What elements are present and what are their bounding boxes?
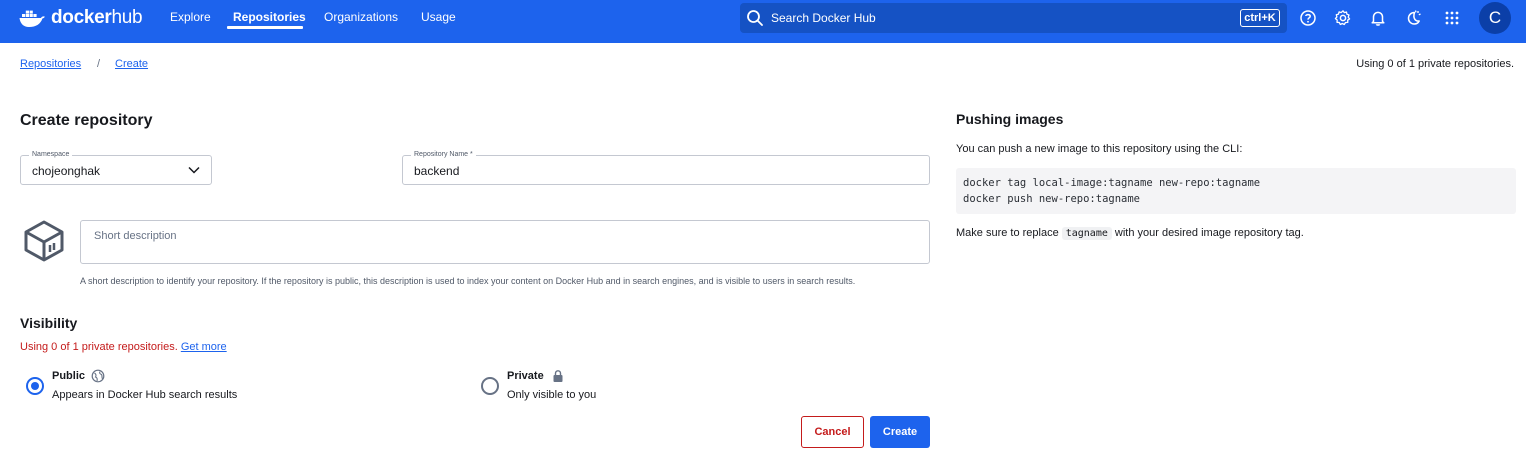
- search-bar[interactable]: Search Docker Hub ctrl+K: [740, 3, 1287, 33]
- user-avatar[interactable]: C: [1479, 2, 1511, 34]
- visibility-title: Visibility: [20, 315, 78, 331]
- description-help-text: A short description to identify your rep…: [80, 276, 856, 286]
- repository-name-label: Repository Name *: [411, 150, 476, 160]
- active-tab-indicator: [227, 26, 303, 29]
- search-shortcut-badge: ctrl+K: [1240, 9, 1280, 27]
- repository-name-input[interactable]: Repository Name * backend: [402, 150, 930, 185]
- lock-icon: [553, 370, 563, 382]
- tagname-code: tagname: [1061, 227, 1112, 240]
- tag-note: Make sure to replace tagname with your des…: [956, 227, 1304, 240]
- get-more-link[interactable]: Get more: [181, 341, 227, 353]
- bell-icon[interactable]: [1369, 9, 1387, 27]
- search-placeholder: Search Docker Hub: [771, 11, 876, 25]
- namespace-label: Namespace: [29, 150, 73, 160]
- code-line: docker tag local-image:tagname new-repo:…: [963, 177, 1261, 189]
- repository-name-value: backend: [414, 164, 460, 178]
- cancel-button[interactable]: Cancel: [801, 416, 864, 448]
- visibility-warning: Using 0 of 1 private repositories. Get m…: [20, 341, 227, 353]
- nav-explore[interactable]: Explore: [170, 10, 211, 30]
- theme-icon[interactable]: [1404, 9, 1422, 27]
- gear-icon[interactable]: [1334, 9, 1352, 27]
- create-button[interactable]: Create: [870, 416, 930, 448]
- short-description-placeholder: Short description: [94, 230, 177, 242]
- logo-text: dockerhub: [51, 7, 143, 28]
- namespace-select[interactable]: Namespace chojeonghak: [20, 150, 212, 185]
- top-navigation-bar: dockerhub Explore Repositories Organizat…: [0, 0, 1526, 43]
- chevron-down-icon: [188, 166, 200, 174]
- breadcrumb-create[interactable]: Create: [115, 58, 148, 70]
- private-option-title: Private: [507, 370, 544, 382]
- cli-code-block: docker tag local-image:tagname new-repo:…: [956, 168, 1516, 214]
- public-radio[interactable]: [26, 377, 44, 395]
- page-title: Create repository: [20, 112, 153, 129]
- globe-icon: [91, 369, 105, 383]
- nav-organizations[interactable]: Organizations: [324, 10, 398, 30]
- short-description-input[interactable]: Short description: [80, 220, 930, 264]
- private-repo-usage: Using 0 of 1 private repositories.: [1356, 58, 1514, 70]
- namespace-value: chojeonghak: [32, 164, 101, 178]
- breadcrumb-repositories[interactable]: Repositories: [20, 58, 81, 70]
- docker-whale-icon: [19, 10, 45, 27]
- private-radio[interactable]: [481, 377, 499, 395]
- repository-box-icon: [24, 220, 64, 262]
- pushing-images-title: Pushing images: [956, 111, 1064, 127]
- help-icon[interactable]: [1299, 9, 1317, 27]
- apps-grid-icon[interactable]: [1443, 9, 1461, 27]
- public-option-title: Public: [52, 370, 86, 382]
- pushing-images-intro: You can push a new image to this reposit…: [956, 143, 1243, 155]
- nav-usage[interactable]: Usage: [421, 10, 456, 30]
- breadcrumb-separator: /: [97, 58, 101, 70]
- docker-hub-logo[interactable]: dockerhub: [19, 7, 143, 29]
- public-option-description: Appears in Docker Hub search results: [52, 389, 238, 401]
- code-line: docker push new-repo:tagname: [963, 193, 1141, 205]
- private-option-description: Only visible to you: [507, 389, 597, 401]
- search-icon: [747, 10, 763, 26]
